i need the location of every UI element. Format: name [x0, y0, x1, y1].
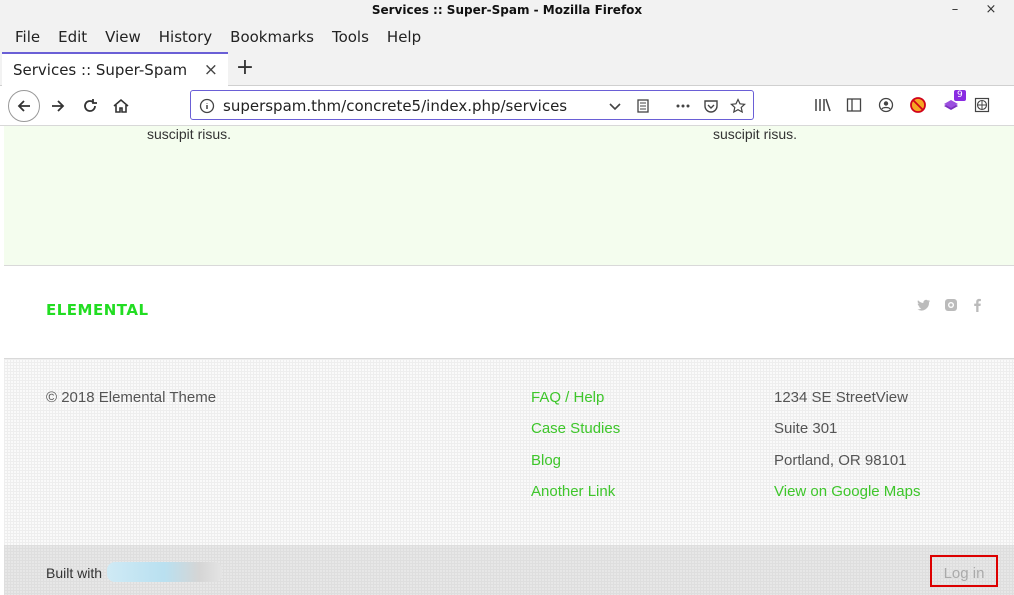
facebook-icon[interactable]	[969, 297, 985, 313]
service-text-left: suscipit risus.	[147, 126, 232, 142]
menu-bookmarks[interactable]: Bookmarks	[221, 22, 323, 52]
login-link[interactable]: Log in	[930, 555, 998, 587]
reload-icon	[84, 99, 97, 112]
tab-bar: Services :: Super-Spam × +	[0, 52, 1014, 86]
menu-bar: File Edit View History Bookmarks Tools H…	[0, 22, 1014, 52]
menu-edit[interactable]: Edit	[49, 22, 96, 52]
menu-history[interactable]: History	[150, 22, 221, 52]
navigation-bar: superspam.thm/concrete5/index.php/servic…	[0, 86, 1014, 126]
info-icon[interactable]	[197, 96, 217, 116]
window-title: Services :: Super-Spam - Mozilla Firefox	[371, 3, 643, 17]
built-with-text: Built with	[46, 565, 103, 581]
copyright-text: © 2018 Elemental Theme	[46, 389, 217, 406]
address-line-3: Portland, OR 98101	[774, 452, 907, 469]
address-line-2: Suite 301	[774, 420, 838, 437]
tab-label: Services :: Super-Spam	[13, 61, 188, 79]
footer-links-section: © 2018 Elemental Theme FAQ / Help Case S…	[4, 359, 1014, 545]
back-button[interactable]	[8, 90, 40, 122]
window-titlebar: Services :: Super-Spam - Mozilla Firefox…	[0, 0, 1014, 22]
google-maps-link[interactable]: View on Google Maps	[774, 483, 920, 500]
arrow-right-icon	[52, 100, 65, 112]
link-case-studies[interactable]: Case Studies	[531, 420, 620, 437]
extension-badge: 9	[954, 90, 966, 101]
tab-close-icon[interactable]: ×	[204, 60, 218, 80]
address-bar[interactable]: superspam.thm/concrete5/index.php/servic…	[190, 90, 754, 120]
url-text[interactable]: superspam.thm/concrete5/index.php/servic…	[223, 97, 567, 115]
menu-help[interactable]: Help	[378, 22, 430, 52]
bookmark-star-icon[interactable]	[728, 96, 748, 116]
extension-blocker-icon[interactable]	[907, 94, 929, 116]
more-actions-icon[interactable]	[673, 96, 693, 116]
link-another[interactable]: Another Link	[531, 483, 615, 500]
link-blog[interactable]: Blog	[531, 452, 561, 469]
reload-button[interactable]	[74, 90, 106, 122]
redacted-logo	[107, 562, 222, 582]
twitter-icon[interactable]	[916, 297, 932, 313]
service-text-right: suscipit risus.	[713, 126, 798, 142]
extension-globe-icon[interactable]	[971, 94, 993, 116]
arrow-left-icon	[17, 100, 30, 112]
elemental-logo[interactable]: ELEMENTAL	[46, 301, 149, 319]
reader-view-icon[interactable]	[633, 96, 653, 116]
page-content: suscipit risus. suscipit risus. ELEMENTA…	[0, 126, 1014, 595]
account-icon[interactable]	[875, 94, 897, 116]
services-section: suscipit risus. suscipit risus.	[4, 126, 1014, 266]
extension-stack-icon[interactable]: 9	[940, 90, 966, 116]
chevron-down-icon[interactable]	[605, 96, 625, 116]
address-line-1: 1234 SE StreetView	[774, 389, 908, 406]
library-icon[interactable]	[812, 94, 834, 116]
new-tab-button[interactable]: +	[232, 55, 258, 81]
tab-services[interactable]: Services :: Super-Spam ×	[2, 52, 228, 86]
forward-button[interactable]	[42, 90, 74, 122]
menu-tools[interactable]: Tools	[323, 22, 378, 52]
github-icon[interactable]	[943, 297, 959, 313]
minimize-button[interactable]: –	[944, 0, 966, 20]
home-button[interactable]	[105, 90, 137, 122]
menu-file[interactable]: File	[6, 22, 49, 52]
footer-brand: ELEMENTAL	[4, 267, 1014, 359]
window-close-button[interactable]: ×	[980, 0, 1002, 20]
home-icon	[113, 98, 129, 113]
pocket-icon[interactable]	[701, 96, 721, 116]
sidebar-icon[interactable]	[843, 94, 865, 116]
menu-view[interactable]: View	[96, 22, 150, 52]
link-faq-help[interactable]: FAQ / Help	[531, 389, 604, 406]
footer-bottom-bar: Built with Log in	[4, 545, 1014, 595]
